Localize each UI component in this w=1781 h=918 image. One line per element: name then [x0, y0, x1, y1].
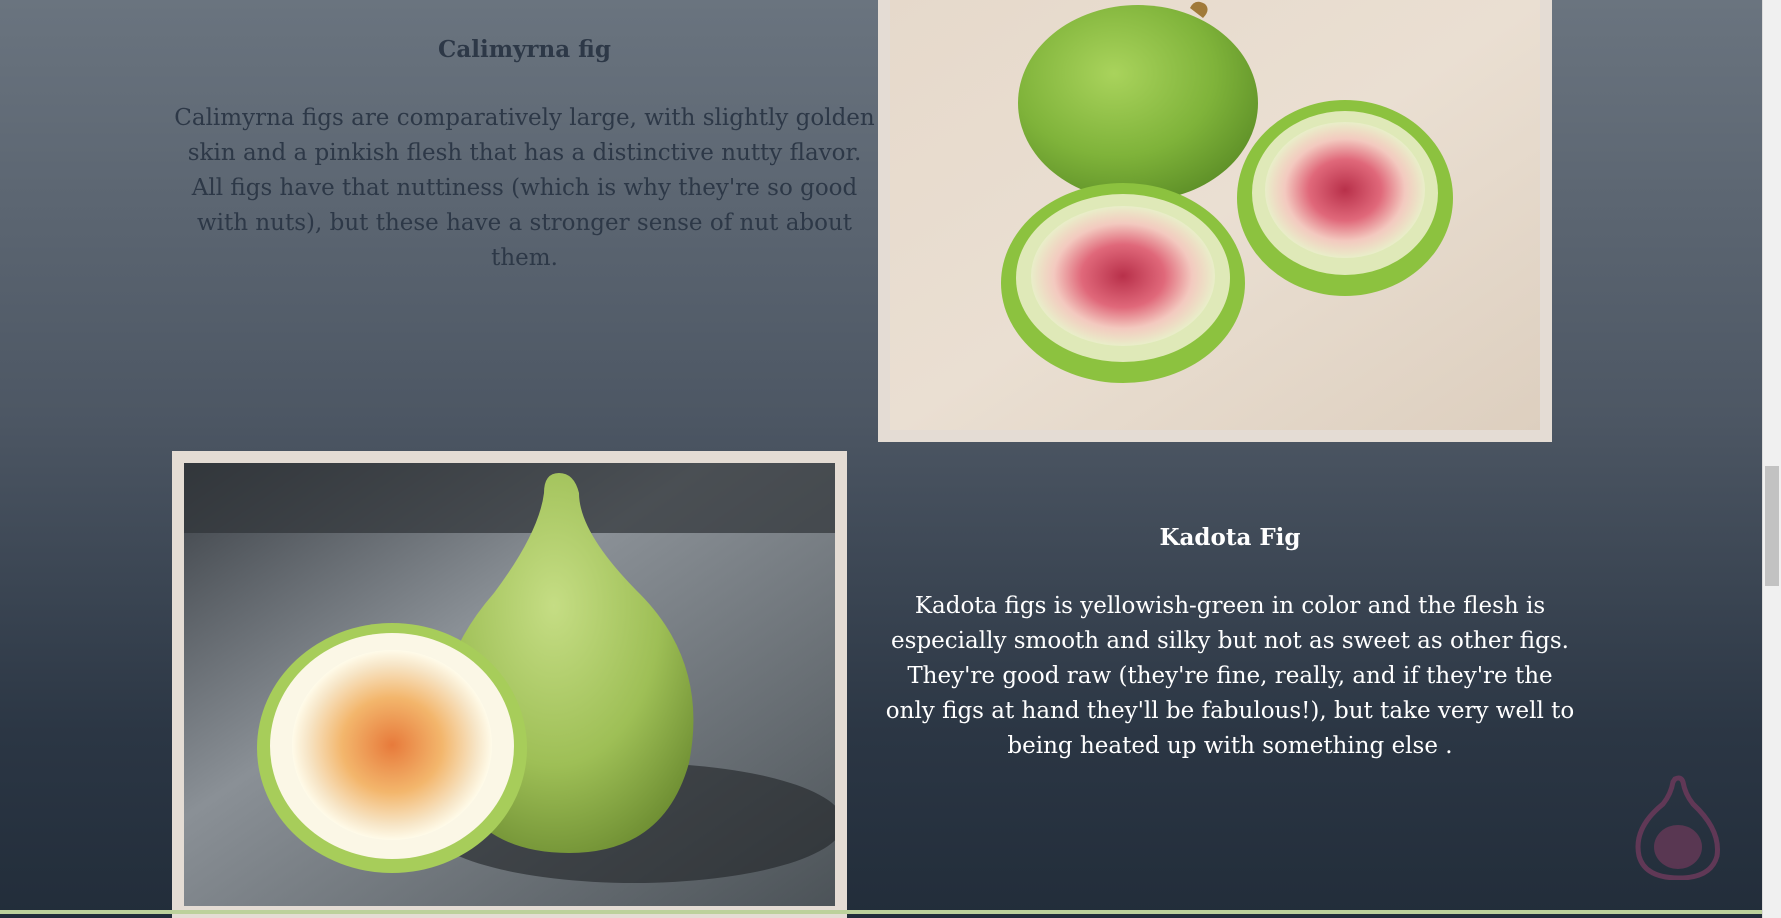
calimyrna-section-text: Calimyrna fig Calimyrna figs are compara… [172, 36, 877, 276]
page-bottom-border [0, 910, 1762, 914]
fig-logo-icon[interactable] [1633, 775, 1723, 880]
kadota-fig-photo [184, 463, 835, 906]
vertical-scrollbar[interactable] [1762, 0, 1781, 918]
kadota-title: Kadota Fig [1159, 524, 1301, 551]
calimyrna-description: Calimyrna figs are comparatively large, … [174, 105, 875, 271]
kadota-section-text: Kadota Fig Kadota figs is yellowish-gree… [880, 524, 1580, 764]
calimyrna-photo-frame [878, 0, 1552, 442]
calimyrna-fig-photo [890, 0, 1540, 430]
kadota-photo-frame [172, 451, 847, 918]
scrollbar-thumb[interactable] [1765, 466, 1779, 586]
calimyrna-title: Calimyrna fig [438, 36, 611, 63]
kadota-description: Kadota figs is yellowish-green in color … [885, 593, 1575, 759]
page-content: Calimyrna fig Calimyrna figs are compara… [0, 0, 1762, 918]
